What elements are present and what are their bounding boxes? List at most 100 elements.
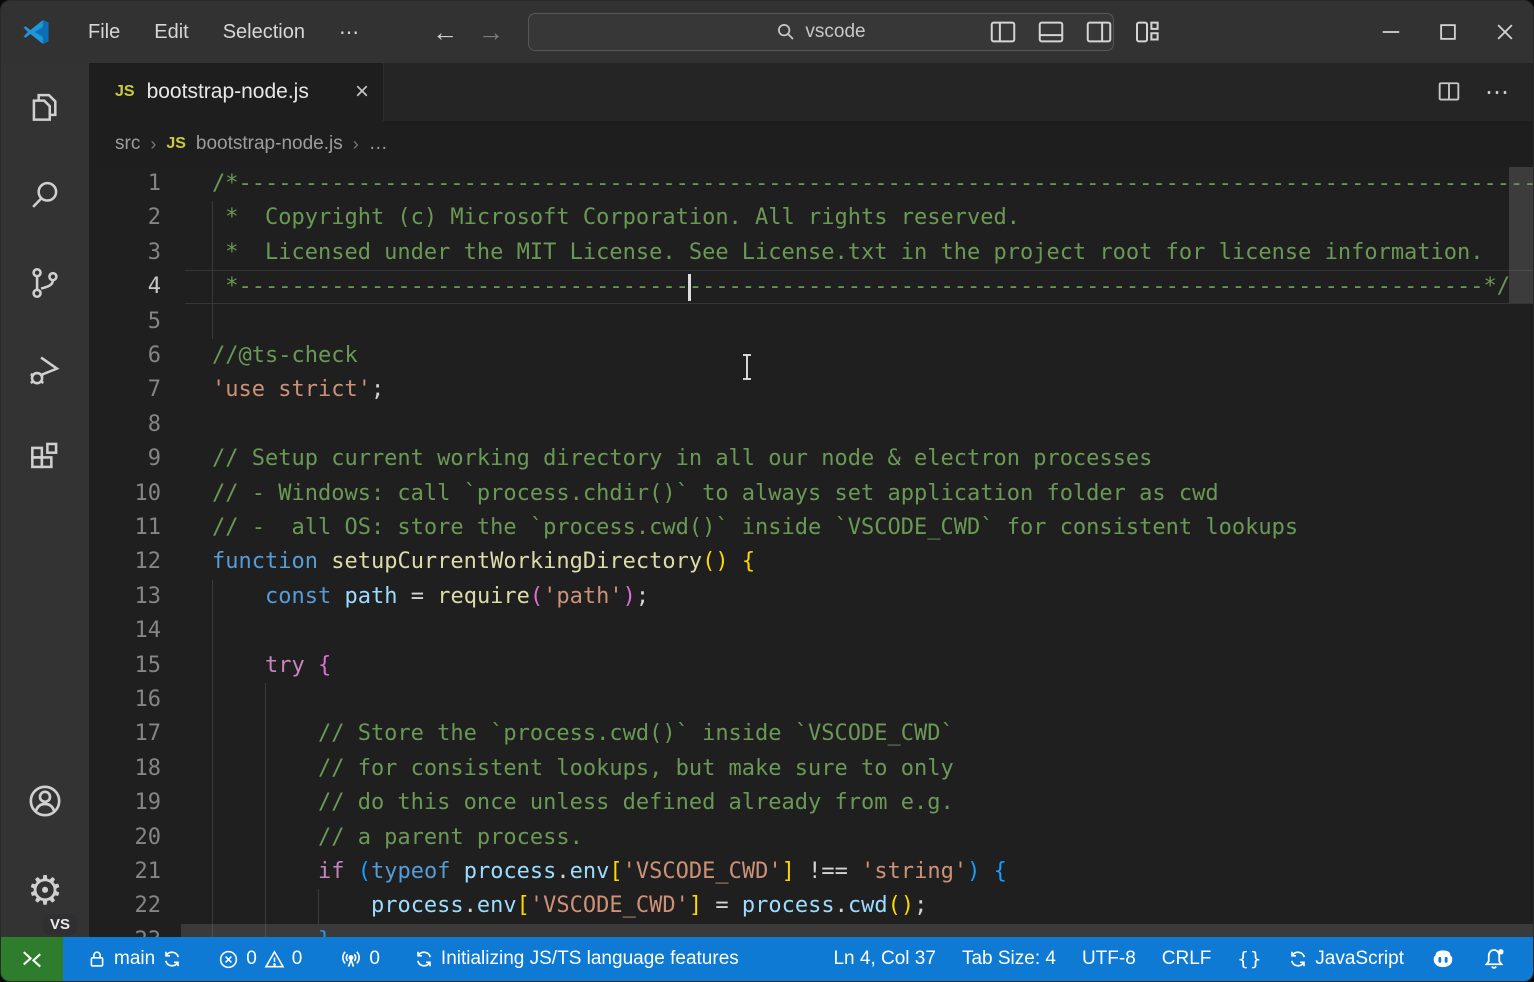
ports-count: 0 [369,948,380,970]
language-mode-item[interactable]: JavaScript [1275,937,1417,981]
run-and-debug-icon[interactable] [1,327,89,415]
window-minimize-button[interactable] [1362,1,1419,63]
code-line[interactable]: 10// - Windows: call `process.chdir()` t… [89,477,1533,512]
line-number: 15 [89,649,161,683]
code-line[interactable]: 7'use strict'; [89,373,1533,408]
code-line[interactable]: 16 [89,683,1533,718]
code-text: 'use strict'; [212,373,384,407]
line-number: 20 [89,821,161,855]
nav-back-arrow[interactable]: ← [423,1,467,63]
extensions-icon[interactable] [1,415,89,503]
code-line[interactable]: 21 if (typeof process.env['VSCODE_CWD'] … [89,855,1533,890]
breadcrumb-item-src[interactable]: src [115,133,140,155]
code-line[interactable]: 8 [89,408,1533,443]
remote-icon [21,948,43,970]
lock-icon [87,949,107,969]
copilot-status-icon[interactable] [1417,937,1469,981]
code-line[interactable]: 12function setupCurrentWorkingDirectory(… [89,545,1533,580]
sync-spin-icon [414,949,434,969]
error-count: 0 [246,948,257,970]
code-text: * Copyright (c) Microsoft Corporation. A… [212,201,1020,235]
indent-guide [212,580,213,937]
code-line[interactable]: 4 *-------------------------------------… [89,270,1533,305]
code-text: // Setup current working directory in al… [212,442,1152,476]
notifications-bell-icon[interactable] [1469,937,1519,981]
menu-file[interactable]: File [71,15,137,50]
toggle-primary-sidebar-button[interactable] [987,16,1019,48]
code-line[interactable]: 11 // - all OS: store the `process.cwd()`… [89,511,1533,546]
code-text: // a parent process. [212,821,583,855]
text-cursor [688,274,691,301]
code-editor[interactable]: 1/*-------------------------------------… [89,167,1533,937]
code-line[interactable]: 18 // for consistent lookups, but make s… [89,752,1533,787]
eol-item[interactable]: CRLF [1149,937,1225,981]
ports-status-item[interactable]: 0 [330,937,390,981]
code-line[interactable]: 19 // do this once unless defined alread… [89,786,1533,821]
branch-status-item[interactable]: main [77,937,192,981]
braces-status-icon[interactable]: {} [1224,937,1275,981]
chevron-right-icon: › [353,134,359,155]
warning-icon [264,949,285,970]
code-line[interactable]: 3 * Licensed under the MIT License. See … [89,236,1533,271]
breadcrumb-item-file[interactable]: bootstrap-node.js [196,133,343,155]
line-number: 13 [89,580,161,614]
search-icon [776,22,796,42]
menu-edit[interactable]: Edit [137,15,205,50]
code-text: // - all OS: store the `process.cwd()` i… [212,511,1298,545]
source-control-icon[interactable] [1,239,89,327]
language-status-item[interactable]: Initializing JS/TS language features [404,937,749,981]
tab-filename: bootstrap-node.js [147,80,345,104]
toggle-panel-button[interactable] [1035,16,1067,48]
line-number: 11 [89,511,161,545]
split-editor-icon[interactable] [1435,78,1463,106]
window-close-button[interactable] [1476,1,1533,63]
code-line[interactable]: 14 [89,614,1533,649]
problems-status-item[interactable]: 0 0 [208,937,312,981]
indentation-item[interactable]: Tab Size: 4 [949,937,1069,981]
vscode-window: File Edit Selection ⋯ ← → vscode [0,0,1534,982]
editor-more-actions-icon[interactable]: ⋯ [1485,78,1509,107]
error-icon [218,949,239,970]
window-maximize-button[interactable] [1419,1,1476,63]
vertical-scrollbar[interactable] [1509,167,1533,303]
tab-close-icon[interactable]: × [355,78,369,106]
line-number: 17 [89,717,161,751]
code-line[interactable]: 5 [89,305,1533,340]
line-number: 3 [89,236,161,270]
explorer-icon[interactable] [1,63,89,151]
js-file-icon: JS [115,83,135,101]
account-icon[interactable] [1,757,89,845]
code-line[interactable]: 2 * Copyright (c) Microsoft Corporation.… [89,201,1533,236]
code-text: if (typeof process.env['VSCODE_CWD'] !==… [212,855,1007,889]
tab-bootstrap-node[interactable]: JS bootstrap-node.js × [89,63,384,121]
indent-guide [318,889,319,923]
line-number: 1 [89,167,161,201]
menu-more[interactable]: ⋯ [322,14,376,51]
code-line[interactable]: 6//@ts-check [89,339,1533,374]
code-line[interactable]: 17 // Store the `process.cwd()` inside `… [89,717,1533,752]
breadcrumb: src › JS bootstrap-node.js › … [89,121,1533,167]
code-line[interactable]: 1/*-------------------------------------… [89,167,1533,202]
cursor-position-item[interactable]: Ln 4, Col 37 [820,937,948,981]
profile-badge: VS [43,914,77,935]
breadcrumb-item-symbol[interactable]: … [369,133,388,155]
vscode-logo [21,17,51,47]
code-line[interactable]: 15 try { [89,649,1533,684]
menu-selection[interactable]: Selection [206,15,322,50]
toggle-secondary-sidebar-button[interactable] [1083,16,1115,48]
search-sidebar-icon[interactable] [1,151,89,239]
code-text: // Store the `process.cwd()` inside `VSC… [212,717,954,751]
code-line[interactable]: 20 // a parent process. [89,821,1533,856]
line-number: 8 [89,408,161,442]
remote-indicator[interactable] [1,937,63,981]
code-line[interactable]: 22 process.env['VSCODE_CWD'] = process.c… [89,889,1533,924]
customize-layout-button[interactable] [1131,16,1163,48]
nav-forward-arrow[interactable]: → [469,1,513,63]
code-line[interactable]: 13 const path = require('path'); [89,580,1533,615]
code-text: // for consistent lookups, but make sure… [212,752,954,786]
line-number: 5 [89,305,161,339]
encoding-item[interactable]: UTF-8 [1069,937,1149,981]
horizontal-scrollbar[interactable] [181,924,1533,937]
settings-gear-icon[interactable]: ⚙ VS [1,845,89,937]
code-line[interactable]: 9// Setup current working directory in a… [89,442,1533,477]
